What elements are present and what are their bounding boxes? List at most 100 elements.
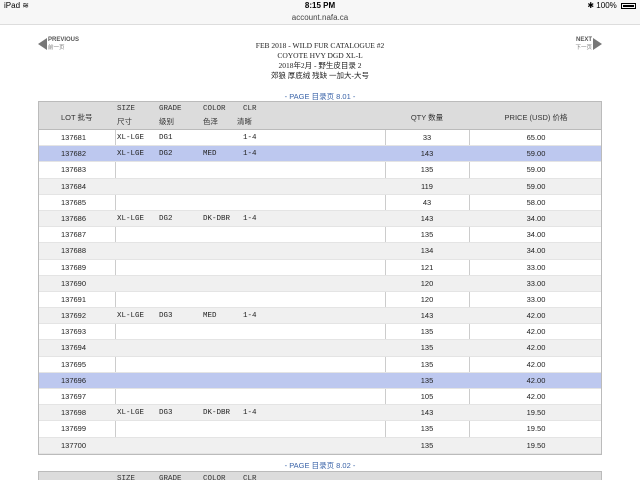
header-grade-next: GRADE bbox=[159, 475, 182, 480]
qty-cell: 135 bbox=[420, 440, 434, 450]
header-clr-cn: 清晰 bbox=[237, 117, 252, 126]
table-row[interactable]: 137696 135 42.00 bbox=[39, 372, 601, 389]
url-bar[interactable]: account.nafa.ca bbox=[0, 11, 640, 25]
table-row[interactable]: 137694 135 42.00 bbox=[39, 340, 601, 357]
price-cell: 33.00 bbox=[526, 278, 546, 288]
status-right: ✱ 100% bbox=[587, 0, 636, 11]
price-cell: 65.00 bbox=[526, 133, 546, 142]
qty-cell: 143 bbox=[420, 149, 434, 159]
grade-cell: DG3 bbox=[159, 409, 173, 418]
size-cell: XL-LGE bbox=[117, 312, 145, 321]
lot-number: 137691 bbox=[61, 294, 87, 304]
lot-number: 137684 bbox=[61, 181, 87, 191]
price-cell: 33.00 bbox=[526, 262, 546, 272]
table-row[interactable]: 137684 119 59.00 bbox=[39, 178, 601, 195]
table-row[interactable]: 137683 135 59.00 bbox=[39, 162, 601, 179]
table-row[interactable]: 137687 135 34.00 bbox=[39, 227, 601, 244]
table-row[interactable]: 137691 120 33.00 bbox=[39, 292, 601, 309]
table-row[interactable]: 137682 XL-LGE DG2 MED 1-4 143 59.00 bbox=[39, 146, 601, 163]
page-marker-next: - PAGE 目录页 8.02 - bbox=[284, 461, 356, 470]
lot-number: 137693 bbox=[61, 327, 87, 337]
price-cell: 19.50 bbox=[526, 408, 546, 418]
qty-cell: 143 bbox=[420, 213, 434, 223]
lot-number: 137694 bbox=[61, 343, 87, 353]
header-grade-cn: 级别 bbox=[159, 117, 174, 126]
price-cell: 42.00 bbox=[526, 343, 546, 353]
table-row[interactable]: 137699 135 19.50 bbox=[39, 421, 601, 438]
lot-number: 137695 bbox=[61, 359, 87, 369]
lot-number: 137689 bbox=[61, 262, 87, 272]
lot-number: 137698 bbox=[61, 408, 87, 418]
price-cell: 19.50 bbox=[526, 424, 546, 434]
size-cell: XL-LGE bbox=[117, 409, 145, 418]
grade-cell: DG1 bbox=[159, 134, 173, 142]
lot-number: 137685 bbox=[61, 197, 87, 207]
lot-number: 137700 bbox=[61, 440, 87, 450]
price-cell: 33.00 bbox=[526, 294, 546, 304]
table-row[interactable]: 137686 XL-LGE DG2 DK-DBR 1-4 143 34.00 bbox=[39, 210, 601, 228]
table-row[interactable]: 137698 XL-LGE DG3 DK-DBR 1-4 143 19.50 bbox=[39, 405, 601, 422]
qty-cell: 120 bbox=[420, 294, 434, 304]
size-cell: XL-LGE bbox=[117, 150, 145, 159]
table-row[interactable]: 137689 121 33.00 bbox=[39, 260, 601, 276]
header-grade: GRADE bbox=[159, 105, 182, 113]
clr-cell: 1-4 bbox=[243, 214, 257, 223]
qty-cell: 121 bbox=[420, 262, 434, 272]
lot-number: 137699 bbox=[61, 424, 87, 434]
header-color-next: COLOR bbox=[203, 475, 226, 480]
header-size-cn: 尺寸 bbox=[117, 117, 132, 126]
color-cell: DK-DBR bbox=[203, 214, 231, 223]
price-cell: 59.00 bbox=[526, 149, 546, 159]
grade-cell: DG3 bbox=[159, 312, 173, 321]
table-row[interactable]: 137700 135 19.50 bbox=[39, 437, 601, 454]
lot-number: 137692 bbox=[61, 311, 87, 321]
clr-cell: 1-4 bbox=[243, 134, 257, 142]
lot-table-next: SIZE GRADE COLOR CLR bbox=[38, 471, 602, 480]
clr-cell: 1-4 bbox=[243, 150, 257, 159]
table-row[interactable]: 137685 43 58.00 bbox=[39, 195, 601, 211]
table-row[interactable]: 137681 XL-LGE DG1 1-4 33 65.00 bbox=[39, 130, 601, 147]
size-cell: XL-LGE bbox=[117, 214, 145, 223]
status-bar: iPad ≋ 8:15 PM ✱ 100% bbox=[0, 0, 640, 11]
qty-cell: 135 bbox=[420, 359, 434, 369]
header-price: PRICE (USD) 价格 bbox=[504, 113, 568, 122]
lot-number: 137696 bbox=[61, 375, 87, 385]
price-cell: 34.00 bbox=[526, 213, 546, 223]
table-row[interactable]: 137697 105 42.00 bbox=[39, 389, 601, 406]
table-body: 137681 XL-LGE DG1 1-4 33 65.00 137682 XL-LGE DG2… bbox=[39, 130, 601, 454]
qty-cell: 119 bbox=[421, 181, 433, 191]
qty-cell: 135 bbox=[420, 424, 434, 434]
battery-percent: 100% bbox=[596, 1, 617, 10]
bluetooth-icon: ✱ bbox=[587, 1, 595, 10]
catalogue-subtitle: COYOTE HVY DGD XL-L bbox=[277, 51, 363, 60]
table-row[interactable]: 137692 XL-LGE DG3 MED 1-4 143 42.00 bbox=[39, 308, 601, 325]
price-cell: 42.00 bbox=[526, 375, 546, 385]
lot-number: 137682 bbox=[61, 149, 87, 159]
qty-cell: 135 bbox=[420, 375, 434, 385]
lot-number: 137687 bbox=[61, 230, 87, 240]
header-qty: QTY 数量 bbox=[410, 113, 444, 122]
lot-number: 137697 bbox=[61, 392, 87, 401]
grade-cell: DG2 bbox=[159, 214, 173, 223]
table-row[interactable]: 137690 120 33.00 bbox=[39, 275, 601, 292]
catalogue-page: PREVIOUS 前一页 NEXT 下一页 FEB 2018 - WILD FU… bbox=[0, 25, 640, 480]
price-cell: 42.00 bbox=[526, 311, 546, 321]
qty-cell: 143 bbox=[420, 311, 434, 321]
table-row[interactable]: 137695 135 42.00 bbox=[39, 357, 601, 373]
lot-number: 137690 bbox=[61, 278, 87, 288]
table-header-next: SIZE GRADE COLOR CLR bbox=[39, 472, 601, 480]
clr-cell: 1-4 bbox=[243, 312, 257, 321]
price-cell: 34.00 bbox=[526, 246, 546, 256]
qty-cell: 43 bbox=[422, 197, 432, 207]
lot-number: 137688 bbox=[61, 246, 87, 256]
qty-cell: 135 bbox=[420, 165, 434, 175]
color-cell: MED bbox=[203, 150, 217, 159]
color-cell: DK-DBR bbox=[203, 409, 231, 418]
qty-cell: 120 bbox=[420, 278, 434, 288]
price-cell: 59.00 bbox=[526, 165, 546, 175]
table-row[interactable]: 137693 135 42.00 bbox=[39, 324, 601, 341]
price-cell: 42.00 bbox=[526, 359, 546, 369]
lot-number: 137683 bbox=[61, 165, 87, 175]
qty-cell: 134 bbox=[420, 246, 434, 256]
table-row[interactable]: 137688 134 34.00 bbox=[39, 243, 601, 260]
